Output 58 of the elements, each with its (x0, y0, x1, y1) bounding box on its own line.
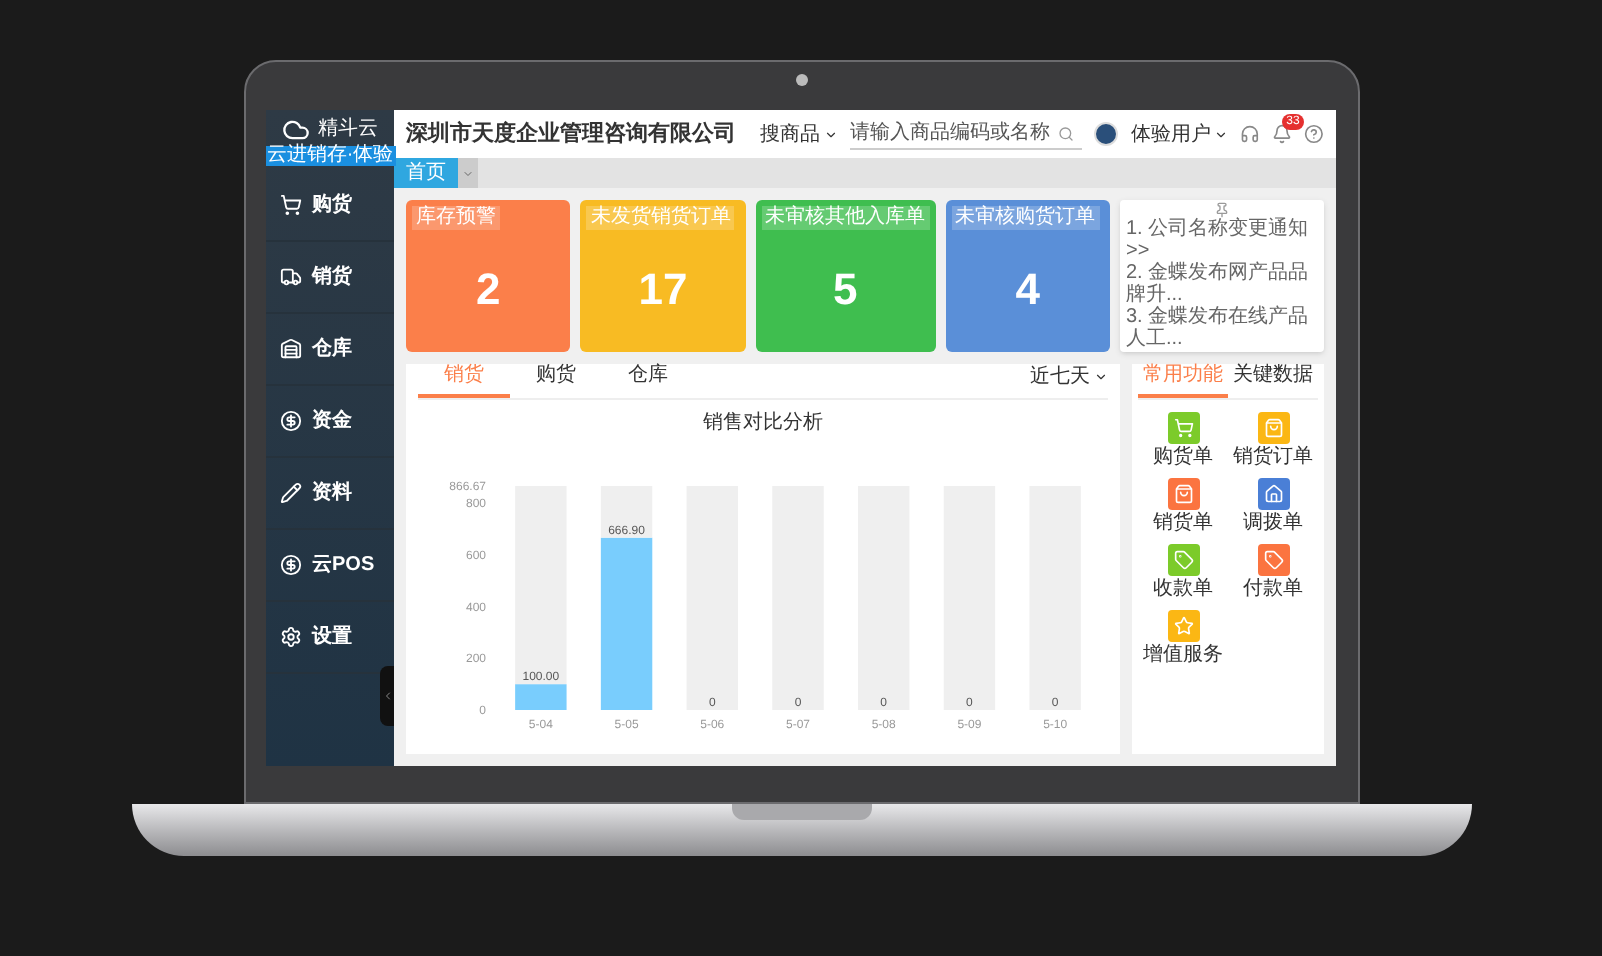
sidebar-item[interactable]: 销货 (266, 242, 394, 314)
headset-icon[interactable] (1240, 124, 1261, 144)
search-scope-dropdown[interactable]: 搜商品 (760, 119, 838, 149)
sidebar-item[interactable]: 云POS (266, 530, 394, 602)
card-title: 未审核其他入库单 (761, 206, 930, 230)
menu-icon (280, 482, 302, 504)
card-value: 4 (1013, 261, 1042, 317)
collapse-handle[interactable] (380, 666, 394, 726)
help-icon[interactable] (1304, 124, 1324, 144)
avatar (1094, 122, 1119, 146)
shortcut-button[interactable]: 销货订单 (1228, 412, 1318, 468)
shortcut-button[interactable]: 增值服务 (1138, 610, 1228, 666)
menu-icon (280, 554, 302, 576)
bar (515, 684, 567, 710)
caret-icon (824, 127, 838, 141)
menu-icon (280, 266, 302, 288)
sidebar-item[interactable]: 资金 (266, 386, 394, 458)
card-title: 库存预警 (412, 206, 500, 230)
logo-text: 精斗云 (318, 119, 378, 139)
card-value: 2 (474, 261, 503, 317)
shortcut-button[interactable]: 调拨单 (1228, 478, 1318, 534)
chart-tab[interactable]: 购货 (510, 360, 602, 398)
bar-track (600, 486, 653, 538)
search-field[interactable]: 请输入商品编码或名称 (850, 118, 1083, 150)
menu-icon (280, 338, 302, 360)
logo-subtitle: 云进销存·体验 (266, 145, 396, 165)
caret-icon (462, 167, 474, 179)
search-icon[interactable] (1058, 125, 1074, 141)
sidebar-item[interactable]: 购货 (266, 170, 394, 242)
card-title: 未发货销货订单 (586, 206, 735, 230)
menu-icon (280, 626, 302, 648)
shortcut-button[interactable]: 销货单 (1138, 478, 1228, 534)
base-notch (731, 804, 871, 820)
shortcut-button[interactable]: 付款单 (1228, 544, 1318, 600)
sidebar-item[interactable]: 仓库 (266, 314, 394, 386)
card-value: 5 (831, 261, 860, 317)
pin-icon (1213, 202, 1230, 218)
notice-link[interactable]: 1. 公司名称变更通知>> (1125, 218, 1318, 262)
card-value: 17 (636, 261, 690, 317)
notice-link[interactable]: 2. 金蝶发布网产品品牌升... (1125, 262, 1318, 306)
card-title: 未审核购货订单 (951, 206, 1100, 230)
company-name: 深圳市天度企业管理咨询有限公司 (406, 119, 736, 150)
sidebar-item[interactable]: 资料 (266, 458, 394, 530)
chart-tab[interactable]: 仓库 (602, 360, 694, 398)
bell-icon[interactable] (1272, 124, 1293, 144)
notice-link[interactable]: 3. 金蝶发布在线产品人工... (1125, 306, 1318, 350)
user-menu[interactable]: 体验用户 (1130, 119, 1229, 149)
shortcut-button[interactable]: 购货单 (1138, 412, 1228, 468)
period-dropdown[interactable]: 近七天 (1030, 362, 1108, 398)
menu-icon (280, 410, 302, 432)
shortcut-button[interactable]: 收款单 (1138, 544, 1228, 600)
chart-title: 销售对比分析 (703, 409, 823, 438)
menu-icon (280, 194, 302, 216)
caret-icon (1094, 370, 1108, 384)
camera-icon (795, 74, 807, 86)
caret-icon (1214, 127, 1229, 141)
cloud-logo-icon (282, 115, 310, 143)
panel-tab[interactable]: 关键数据 (1228, 360, 1318, 398)
